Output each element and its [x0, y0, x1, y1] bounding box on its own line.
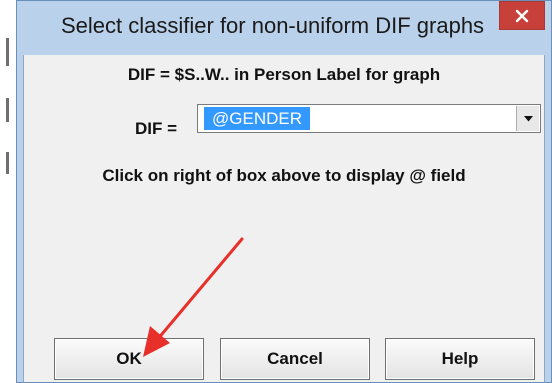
help-button[interactable]: Help: [385, 338, 535, 380]
chevron-down-icon: [523, 115, 533, 121]
dif-field-value: @GENDER: [204, 107, 310, 130]
close-icon: [515, 9, 529, 22]
dropdown-button[interactable]: [516, 106, 539, 131]
title-bar: Select classifier for non-uniform DIF gr…: [17, 1, 551, 55]
dialog-client-area: DIF = $S..W.. in Person Label for graph …: [23, 55, 545, 382]
dif-field-combobox[interactable]: @GENDER: [197, 104, 541, 133]
dif-description: DIF = $S..W.. in Person Label for graph: [127, 65, 441, 84]
background-mark: [6, 152, 9, 174]
cancel-button[interactable]: Cancel: [220, 338, 370, 380]
background-mark: [6, 98, 9, 122]
dialog-title: Select classifier for non-uniform DIF gr…: [61, 13, 485, 38]
dif-label: DIF =: [135, 119, 178, 138]
hint-text: Click on right of box above to display @…: [102, 166, 466, 185]
close-button[interactable]: [499, 1, 545, 30]
dif-classifier-dialog: Select classifier for non-uniform DIF gr…: [16, 0, 552, 383]
background-mark: [6, 38, 9, 66]
ok-button[interactable]: OK: [54, 338, 204, 380]
